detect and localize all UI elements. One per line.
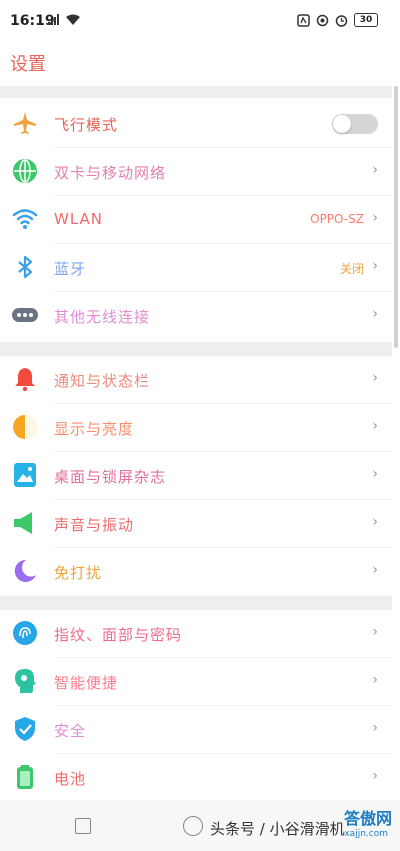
section-divider [0,596,392,610]
chevron-right-icon: › [372,768,378,784]
row-label: 蓝牙 [54,260,87,278]
row-notifications[interactable]: 通知与状态栏 › [0,356,392,404]
chevron-right-icon: › [372,418,378,434]
battery-icon: 30 [354,13,378,27]
airplane-icon [14,112,36,134]
sync-icon [316,14,329,26]
chevron-right-icon: › [372,258,378,274]
smart-head-icon [15,669,36,693]
toggle-knob [333,115,351,133]
row-label: 显示与亮度 [54,420,135,438]
chevron-right-icon: › [372,624,378,640]
shield-icon [15,717,35,741]
row-label: WLAN [54,210,104,228]
row-label: 桌面与锁屏杂志 [54,468,167,486]
wifi-icon [12,209,38,229]
status-right-icons: 30 [297,13,378,27]
chevron-right-icon: › [372,162,378,178]
moon-icon [14,559,36,582]
row-label: 电池 [54,770,87,788]
watermark-text: 头条号 / 小谷滑滑机 [210,820,345,838]
chevron-right-icon: › [372,514,378,530]
row-do-not-disturb[interactable]: 免打扰 › [0,548,392,596]
wifi-status-icon [66,14,80,25]
row-label: 双卡与移动网络 [54,164,167,182]
row-fingerprint-face-password[interactable]: 指纹、面部与密码 › [0,610,392,658]
row-label: 其他无线连接 [54,308,151,326]
brightness-icon [13,415,37,439]
row-other-wireless[interactable]: 其他无线连接 › [0,292,392,340]
chevron-right-icon: › [372,466,378,482]
status-left-icons [48,14,80,25]
picture-icon [14,463,36,487]
row-wlan[interactable]: WLAN OPPO-SZ › [0,196,392,244]
row-bluetooth[interactable]: 蓝牙 关闭 › [0,244,392,292]
recents-button[interactable] [75,818,91,834]
row-label: 通知与状态栏 [54,372,151,390]
bluetooth-icon [18,255,33,279]
chevron-right-icon: › [372,720,378,736]
status-bar: 16:19 30 [0,0,400,44]
watermark-url: xajjn.com [344,829,388,839]
row-dual-sim-mobile-network[interactable]: 双卡与移动网络 › [0,148,392,196]
bluetooth-status: 关闭 [339,262,364,276]
page-title: 设置 [10,54,46,75]
airplane-mode-toggle[interactable] [332,114,378,134]
home-button[interactable] [183,816,203,836]
signal-icon [48,14,59,25]
row-security[interactable]: 安全 › [0,706,392,754]
scrollbar[interactable] [394,86,398,348]
row-label: 声音与振动 [54,516,135,534]
alarm-icon [335,14,348,27]
row-label: 安全 [54,722,87,740]
row-battery[interactable]: 电池 › [0,754,392,802]
section-divider [0,342,392,356]
chevron-right-icon: › [372,210,378,226]
chevron-right-icon: › [372,370,378,386]
row-label: 免打扰 [54,564,103,582]
section-divider [0,86,392,98]
row-display-brightness[interactable]: 显示与亮度 › [0,404,392,452]
row-wallpaper-lockscreen[interactable]: 桌面与锁屏杂志 › [0,452,392,500]
row-airplane-mode[interactable]: 飞行模式 [0,100,392,148]
speaker-icon [14,512,32,534]
battery-settings-icon [17,765,33,789]
wlan-network-name: OPPO-SZ [310,212,364,226]
more-connections-icon [12,308,38,322]
bell-icon [15,368,35,392]
chevron-right-icon: › [372,562,378,578]
row-label: 飞行模式 [54,116,119,134]
chevron-right-icon: › [372,672,378,688]
globe-icon [13,159,37,183]
fingerprint-icon [13,621,37,645]
row-label: 指纹、面部与密码 [54,626,183,644]
row-smart-convenience[interactable]: 智能便捷 › [0,658,392,706]
row-sound-vibration[interactable]: 声音与振动 › [0,500,392,548]
row-label: 智能便捷 [54,674,119,692]
nfc-icon [297,13,310,27]
watermark-brand: 答傲网 [343,809,392,828]
chevron-right-icon: › [372,306,378,322]
